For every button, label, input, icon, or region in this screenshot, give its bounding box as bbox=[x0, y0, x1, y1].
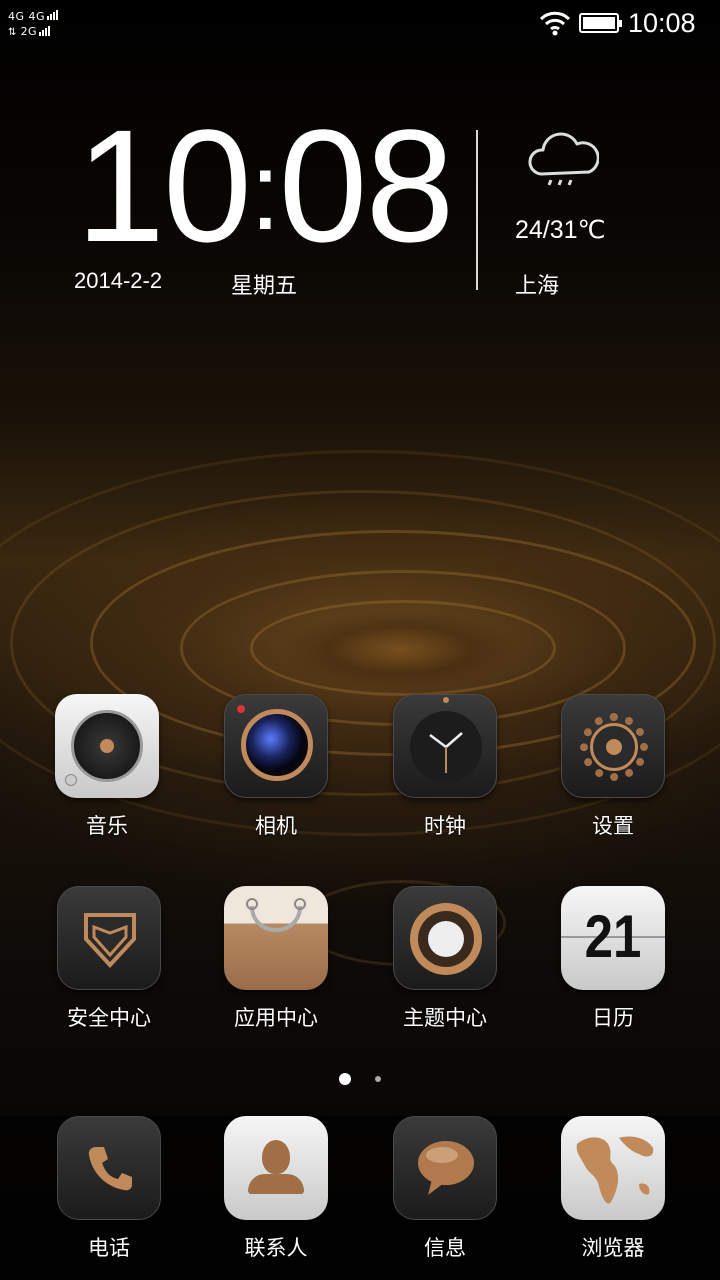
dock-messages[interactable]: 信息 bbox=[380, 1116, 510, 1262]
shield-icon bbox=[57, 886, 161, 990]
wifi-icon bbox=[539, 11, 571, 36]
camera-icon bbox=[224, 694, 328, 798]
status-bar: 4G 4G ⇅ 2G 10:08 bbox=[0, 0, 720, 50]
app-calendar[interactable]: 21 日历 bbox=[548, 886, 678, 1032]
rain-cloud-icon bbox=[528, 132, 599, 186]
widget-divider bbox=[476, 130, 478, 290]
app-label: 联系人 bbox=[244, 1236, 308, 1260]
app-label: 音乐 bbox=[86, 814, 128, 838]
calendar-day: 21 bbox=[584, 903, 642, 970]
widget-date: 2014-2-2 bbox=[74, 268, 163, 293]
app-security-center[interactable]: 安全中心 bbox=[44, 886, 174, 1032]
app-label: 信息 bbox=[424, 1236, 466, 1260]
message-icon bbox=[393, 1116, 497, 1220]
app-label: 设置 bbox=[592, 814, 634, 838]
status-time: 10:08 bbox=[628, 8, 696, 38]
app-app-center[interactable]: 应用中心 bbox=[211, 886, 341, 1032]
app-label: 主题中心 bbox=[403, 1006, 487, 1030]
app-label: 安全中心 bbox=[67, 1006, 151, 1030]
page-indicator bbox=[0, 1068, 720, 1087]
app-theme-center[interactable]: 主题中心 bbox=[380, 886, 510, 1032]
app-label: 电话 bbox=[88, 1236, 130, 1260]
dock-phone[interactable]: 电话 bbox=[44, 1116, 174, 1262]
widget-temperature: 24/31℃ bbox=[515, 216, 606, 244]
widget-city: 上海 bbox=[515, 274, 560, 299]
globe-map-icon bbox=[561, 1116, 665, 1220]
app-label: 浏览器 bbox=[581, 1236, 645, 1260]
music-icon bbox=[55, 694, 159, 798]
app-label: 日历 bbox=[592, 1006, 634, 1030]
page-dot-1[interactable] bbox=[339, 1072, 351, 1085]
app-label: 应用中心 bbox=[234, 1006, 318, 1030]
shopping-bag-icon bbox=[224, 886, 328, 990]
signal-indicator-2: ⇅ 2G bbox=[8, 25, 51, 39]
calendar-icon: 21 bbox=[561, 886, 665, 990]
app-camera[interactable]: 相机 bbox=[211, 694, 341, 840]
page-dot-2[interactable] bbox=[375, 1075, 381, 1082]
clock-icon bbox=[393, 694, 497, 798]
app-settings[interactable]: 设置 bbox=[548, 694, 678, 840]
phone-icon bbox=[57, 1116, 161, 1220]
signal-indicator-1: 4G 4G bbox=[8, 10, 59, 23]
app-clock[interactable]: 时钟 bbox=[380, 694, 510, 840]
widget-time: 10:08 bbox=[76, 96, 454, 275]
app-label: 时钟 bbox=[424, 814, 466, 838]
theme-icon bbox=[393, 886, 497, 990]
contacts-icon bbox=[224, 1116, 328, 1220]
widget-weekday: 星期五 bbox=[231, 274, 298, 299]
dock-contacts[interactable]: 联系人 bbox=[211, 1116, 341, 1262]
app-label: 相机 bbox=[255, 814, 297, 838]
app-music[interactable]: 音乐 bbox=[42, 694, 172, 840]
battery-icon bbox=[579, 13, 622, 33]
settings-gear-icon bbox=[561, 694, 665, 798]
dock-browser[interactable]: 浏览器 bbox=[548, 1116, 678, 1262]
